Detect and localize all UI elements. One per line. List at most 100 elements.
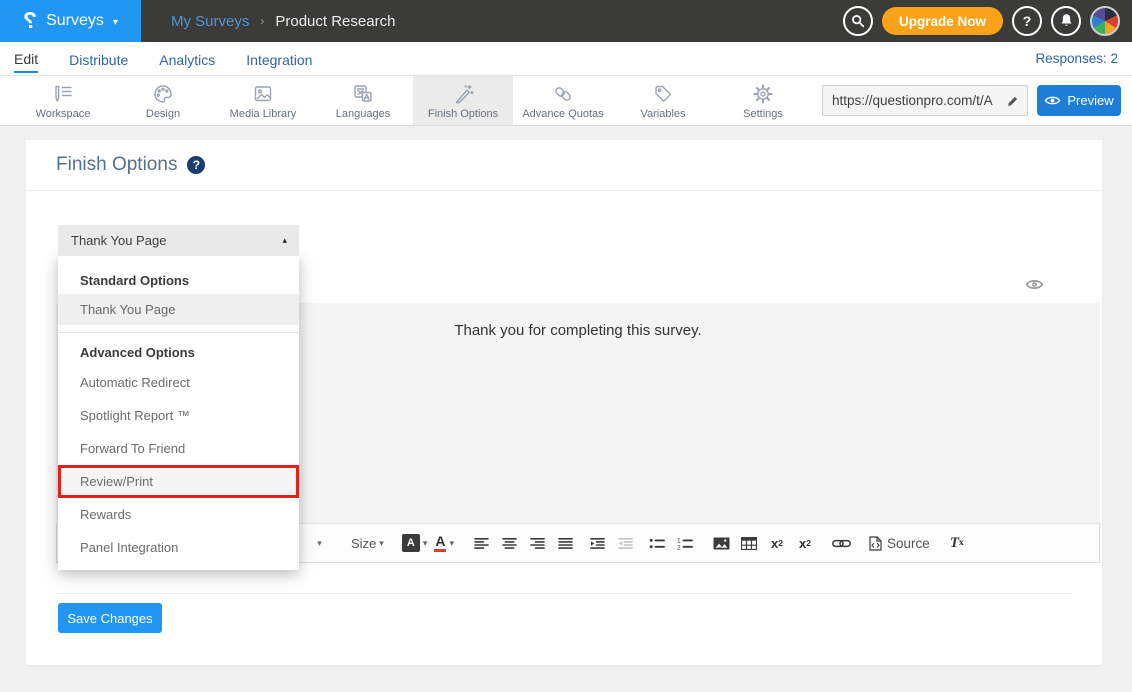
edit-ribbon: Workspace Design Media Library Languages… <box>0 76 1132 126</box>
menu-item-panel-integration[interactable]: Panel Integration <box>58 531 299 564</box>
top-bar: ? Surveys ▾ My Surveys › Product Researc… <box>0 0 1132 42</box>
menu-item-thank-you-page[interactable]: Thank You Page <box>58 294 299 325</box>
breadcrumb-separator-icon: › <box>260 14 264 28</box>
chevron-down-icon: ▾ <box>113 17 118 28</box>
text-color-button[interactable]: A▾ <box>434 530 454 556</box>
numbered-list-button[interactable]: 12 <box>676 530 694 556</box>
media-library-icon <box>251 82 275 106</box>
align-right-button[interactable] <box>528 530 546 556</box>
insert-table-button[interactable] <box>740 530 758 556</box>
page-help-icon[interactable]: ? <box>187 156 205 174</box>
background-color-button[interactable]: A▾ <box>402 530 428 556</box>
panel-header: Finish Options ? <box>26 140 1102 191</box>
product-switcher[interactable]: ? Surveys ▾ <box>0 0 141 42</box>
workspace-icon <box>51 82 75 106</box>
image-icon <box>713 537 730 550</box>
menu-item-forward-to-friend[interactable]: Forward To Friend <box>58 432 299 465</box>
finish-options-icon <box>451 82 475 106</box>
breadcrumb-current: Product Research <box>275 13 395 30</box>
link-icon <box>832 538 851 549</box>
search-button[interactable] <box>843 6 873 36</box>
tab-distribute[interactable]: Distribute <box>69 46 128 72</box>
user-avatar[interactable] <box>1090 6 1120 36</box>
source-doc-icon <box>869 536 882 551</box>
responses-count[interactable]: Responses: 2 <box>1035 51 1118 66</box>
bulleted-list-button[interactable] <box>648 530 666 556</box>
ribbon-tab-design[interactable]: Design <box>113 76 213 125</box>
save-changes-button[interactable]: Save Changes <box>58 603 162 633</box>
svg-text:1: 1 <box>677 537 681 544</box>
finish-option-select[interactable]: Thank You Page ▴ <box>58 225 299 256</box>
font-size-dropdown[interactable]: Size▾ <box>351 530 384 556</box>
ribbon-tab-languages[interactable]: Languages <box>313 76 413 125</box>
top-actions: Upgrade Now ? <box>843 6 1132 36</box>
indent-icon <box>590 537 605 550</box>
languages-icon <box>351 82 375 106</box>
settings-icon <box>751 82 775 106</box>
ribbon-tab-workspace[interactable]: Workspace <box>13 76 113 125</box>
variables-icon <box>651 82 675 106</box>
help-button[interactable]: ? <box>1012 6 1042 36</box>
insert-link-button[interactable] <box>832 530 851 556</box>
justify-button[interactable] <box>556 530 574 556</box>
justify-icon <box>558 537 573 550</box>
notifications-button[interactable] <box>1051 6 1081 36</box>
page-title: Finish Options <box>56 154 177 176</box>
advance-quotas-icon <box>551 82 575 106</box>
align-left-icon <box>474 537 489 550</box>
ribbon-tab-settings[interactable]: Settings <box>713 76 813 125</box>
bell-icon <box>1059 13 1074 29</box>
survey-url-input[interactable] <box>832 93 1006 108</box>
tab-edit[interactable]: Edit <box>14 45 38 73</box>
design-icon <box>151 82 175 106</box>
finish-option-menu: Standard Options Thank You Page Advanced… <box>58 256 299 570</box>
numbered-list-icon: 12 <box>677 537 693 550</box>
superscript-button[interactable]: x2 <box>796 530 814 556</box>
align-left-button[interactable] <box>472 530 490 556</box>
menu-item-spotlight-report[interactable]: Spotlight Report ™ <box>58 399 299 432</box>
edit-url-pencil-icon[interactable] <box>1006 94 1020 108</box>
ribbon-tab-finish-options[interactable]: Finish Options <box>413 76 513 125</box>
ribbon-tab-advance-quotas[interactable]: Advance Quotas <box>513 76 613 125</box>
menu-item-review-print[interactable]: Review/Print <box>58 465 299 498</box>
insert-image-button[interactable] <box>712 530 730 556</box>
align-center-button[interactable] <box>500 530 518 556</box>
thank-you-message: Thank you for completing this survey. <box>454 322 701 339</box>
outdent-icon <box>618 537 633 550</box>
ribbon-tab-media-library[interactable]: Media Library <box>213 76 313 125</box>
format-dropdown-caret[interactable]: ▾ <box>309 530 327 556</box>
subscript-button[interactable]: x2 <box>768 530 786 556</box>
finish-options-panel: Finish Options ? Thank you for completin… <box>26 140 1102 665</box>
preview-button[interactable]: Preview <box>1037 85 1121 116</box>
questionpro-logo-icon: ? <box>23 9 37 32</box>
table-icon <box>741 537 757 550</box>
visibility-eye-icon[interactable] <box>1025 278 1044 291</box>
question-icon: ? <box>1023 13 1032 29</box>
remove-format-button[interactable]: Tx <box>948 530 966 556</box>
bulleted-list-icon <box>649 537 665 550</box>
menu-group-advanced-options: Advanced Options <box>58 340 299 366</box>
footer-divider <box>56 593 1072 594</box>
upgrade-now-button[interactable]: Upgrade Now <box>882 7 1003 35</box>
questionpro-app: ? Surveys ▾ My Surveys › Product Researc… <box>0 0 1132 692</box>
breadcrumb: My Surveys › Product Research <box>171 13 395 30</box>
menu-item-rewards[interactable]: Rewards <box>58 498 299 531</box>
menu-divider <box>58 332 299 333</box>
svg-text:2: 2 <box>677 544 681 550</box>
indent-button[interactable] <box>588 530 606 556</box>
tab-analytics[interactable]: Analytics <box>159 46 215 72</box>
align-right-icon <box>530 537 545 550</box>
search-icon <box>850 13 866 29</box>
tab-integration[interactable]: Integration <box>246 46 312 72</box>
source-button[interactable]: Source <box>869 530 930 556</box>
survey-url-box <box>822 85 1028 116</box>
ribbon-tab-variables[interactable]: Variables <box>613 76 713 125</box>
product-name: Surveys <box>46 12 104 30</box>
align-center-icon <box>502 537 517 550</box>
menu-item-automatic-redirect[interactable]: Automatic Redirect <box>58 366 299 399</box>
preview-eye-icon <box>1044 94 1061 107</box>
chevron-up-icon: ▴ <box>282 235 287 246</box>
breadcrumb-my-surveys[interactable]: My Surveys <box>171 13 249 30</box>
outdent-button[interactable] <box>616 530 634 556</box>
menu-group-standard-options: Standard Options <box>58 268 299 294</box>
